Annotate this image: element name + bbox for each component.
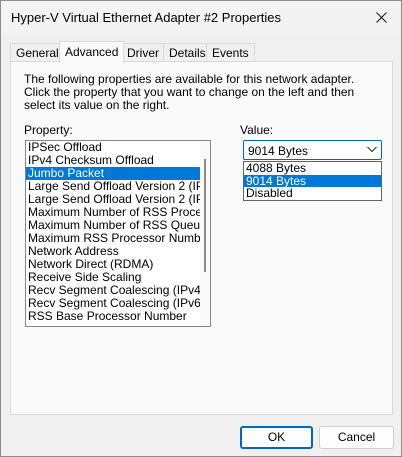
- tab-general[interactable]: General: [10, 43, 65, 62]
- title-bar: Hyper-V Virtual Ethernet Adapter #2 Prop…: [1, 1, 401, 34]
- list-item[interactable]: IPv4 Checksum Offload: [26, 154, 200, 167]
- list-item[interactable]: Maximum RSS Processor Number: [26, 232, 200, 245]
- value-dropdown-list: 4088 Bytes 9014 Bytes Disabled: [243, 161, 382, 201]
- list-scrollbar[interactable]: [200, 141, 210, 326]
- list-item[interactable]: Maximum Number of RSS Processo: [26, 206, 200, 219]
- tab-events[interactable]: Events: [206, 43, 255, 62]
- advanced-panel: The following properties are available f…: [10, 61, 393, 415]
- window-title: Hyper-V Virtual Ethernet Adapter #2 Prop…: [11, 10, 282, 25]
- tab-driver[interactable]: Driver: [121, 43, 165, 62]
- list-item[interactable]: Receive Side Scaling: [26, 271, 200, 284]
- description-text: The following properties are available f…: [24, 72, 355, 112]
- list-item[interactable]: Large Send Offload Version 2 (IPv6: [26, 193, 200, 206]
- combo-value: 9014 Bytes: [248, 144, 309, 158]
- property-list[interactable]: IPSec Offload IPv4 Checksum Offload Jumb…: [25, 140, 211, 327]
- list-item[interactable]: Maximum Number of RSS Queues: [26, 219, 200, 232]
- properties-dialog: Hyper-V Virtual Ethernet Adapter #2 Prop…: [0, 0, 402, 457]
- close-icon: [375, 12, 387, 23]
- list-item[interactable]: IPSec Offload: [26, 141, 200, 154]
- tab-details[interactable]: Details: [163, 43, 212, 62]
- tab-advanced[interactable]: Advanced: [59, 41, 125, 63]
- list-item-selected[interactable]: Jumbo Packet: [26, 167, 200, 180]
- property-label: Property:: [24, 123, 73, 137]
- scrollbar-thumb[interactable]: [204, 159, 206, 272]
- list-item[interactable]: RSS Base Processor Number: [26, 310, 200, 323]
- dropdown-option[interactable]: Disabled: [244, 187, 381, 200]
- list-item[interactable]: Network Address: [26, 245, 200, 258]
- list-item[interactable]: Large Send Offload Version 2 (IPv4: [26, 180, 200, 193]
- list-item[interactable]: Recv Segment Coalescing (IPv6): [26, 297, 200, 310]
- dropdown-option[interactable]: 4088 Bytes: [244, 162, 381, 175]
- value-combobox[interactable]: 9014 Bytes: [243, 140, 382, 160]
- chevron-down-icon: [367, 146, 377, 153]
- cancel-button[interactable]: Cancel: [319, 426, 394, 449]
- list-item[interactable]: Network Direct (RDMA): [26, 258, 200, 271]
- close-button[interactable]: [361, 1, 401, 34]
- ok-button[interactable]: OK: [240, 426, 313, 449]
- value-label: Value:: [240, 123, 274, 137]
- list-item[interactable]: Recv Segment Coalescing (IPv4): [26, 284, 200, 297]
